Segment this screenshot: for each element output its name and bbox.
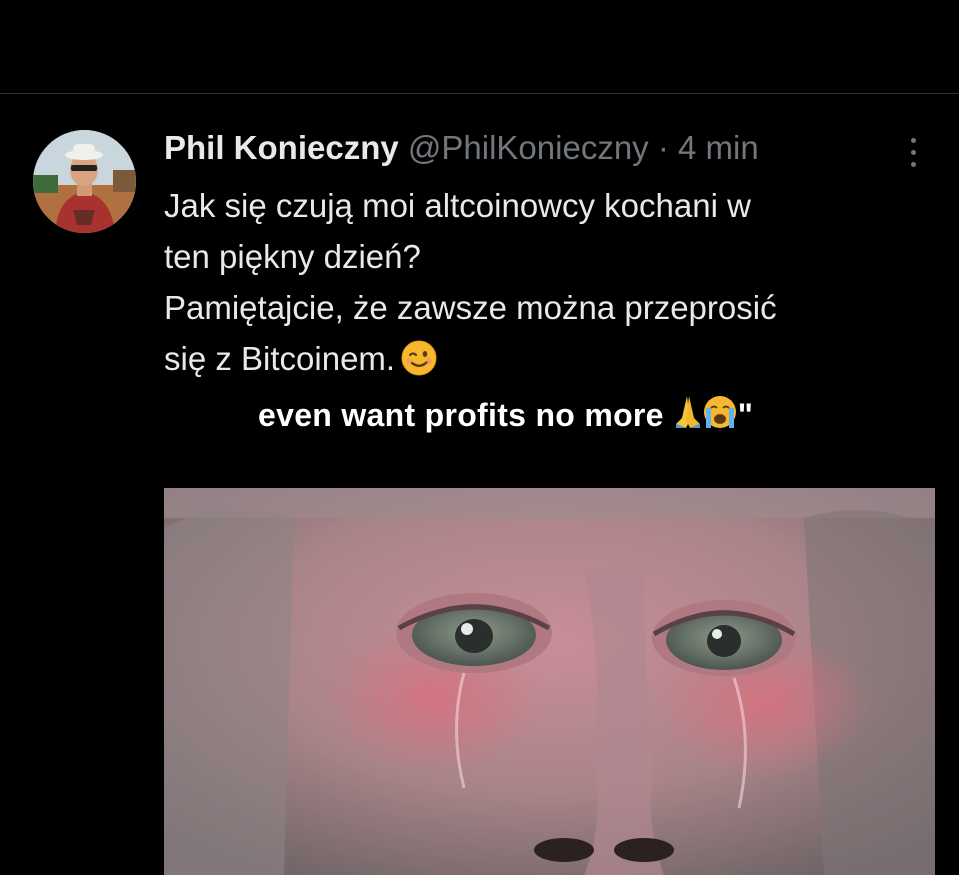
tweet-text-line-last: się z Bitcoinem. [164, 333, 934, 384]
tweet-header: Phil Konieczny @PhilKonieczny · 4 min [164, 128, 759, 168]
top-bar [0, 0, 959, 94]
caption-quote: " [737, 397, 754, 433]
tweet-text-line: ten piękny dzień? [164, 238, 421, 275]
caption-emojis [672, 394, 738, 438]
tweet-text-line: Pamiętajcie, że zawsze można przeprosić [164, 289, 777, 326]
avatar[interactable] [33, 130, 136, 233]
media-image[interactable] [164, 488, 935, 875]
caption-text: even want profits no more [258, 397, 664, 433]
separator-dot: · [657, 129, 669, 166]
more-options-icon[interactable] [898, 132, 930, 172]
author-handle[interactable]: @PhilKonieczny [408, 129, 649, 166]
tweet-text-line: Jak się czują moi altcoinowcy kochani w [164, 187, 751, 224]
author-name[interactable]: Phil Konieczny [164, 129, 399, 166]
winking-face-icon [401, 339, 437, 376]
media-caption: even want profits no more " [258, 394, 753, 438]
folded-hands-icon [675, 396, 700, 428]
timestamp[interactable]: 4 min [678, 129, 759, 166]
tweet[interactable]: Phil Konieczny @PhilKonieczny · 4 min Ja… [0, 94, 959, 875]
tweet-text: Jak się czują moi altcoinowcy kochani w … [164, 180, 934, 384]
tweet-text-line: się z Bitcoinem. [164, 340, 396, 377]
crying-face-icon [703, 396, 736, 428]
